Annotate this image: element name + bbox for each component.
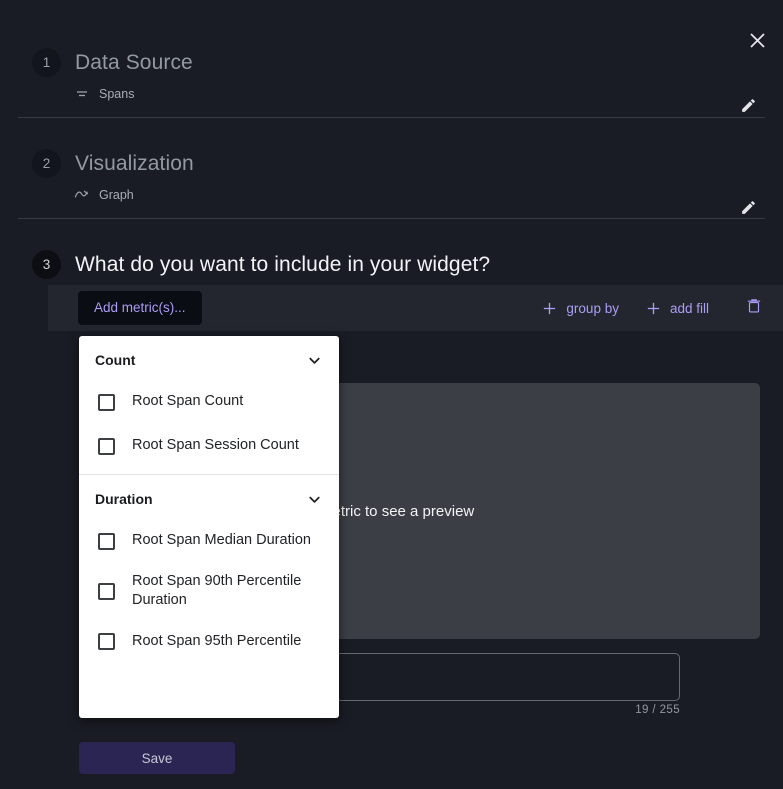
pencil-icon bbox=[740, 97, 757, 119]
metric-group-label: Count bbox=[95, 352, 136, 368]
metric-option-root-span-count[interactable]: Root Span Count bbox=[79, 380, 339, 424]
chevron-down-icon bbox=[306, 352, 322, 368]
step-2-summary: Graph bbox=[0, 187, 783, 202]
step-2-summary-label: Graph bbox=[99, 187, 134, 202]
step-data-source: 1 Data Source Spans bbox=[0, 48, 783, 112]
metric-option-label: Root Span 90th Percentile Duration bbox=[132, 573, 302, 609]
metric-option-root-span-95th-percentile[interactable]: Root Span 95th Percentile bbox=[79, 620, 339, 664]
step-2-header: 2 Visualization bbox=[0, 149, 783, 178]
checkbox[interactable] bbox=[98, 633, 115, 651]
metric-picker-dropdown: Count Root Span Count Root Span Session … bbox=[79, 336, 339, 718]
close-icon bbox=[748, 31, 767, 50]
step-3-header: 3 What do you want to include in your wi… bbox=[0, 250, 783, 279]
step-1-title: Data Source bbox=[75, 50, 193, 74]
edit-visualization-button[interactable] bbox=[735, 197, 761, 223]
plus-icon bbox=[541, 300, 558, 317]
metric-option-root-span-90th-percentile-duration[interactable]: Root Span 90th Percentile Duration bbox=[79, 563, 339, 620]
step-visualization: 2 Visualization Graph bbox=[0, 149, 783, 214]
metric-query-row: Add metric(s)... group by add fill bbox=[48, 285, 783, 331]
save-button[interactable]: Save bbox=[79, 742, 235, 774]
step-1-summary: Spans bbox=[0, 86, 783, 101]
spans-icon bbox=[74, 86, 89, 101]
step-3-badge: 3 bbox=[32, 250, 61, 279]
step-1-summary-label: Spans bbox=[99, 86, 135, 101]
add-metric-button[interactable]: Add metric(s)... bbox=[78, 290, 202, 326]
metric-option-label: Root Span Count bbox=[132, 393, 244, 410]
step-2-badge: 2 bbox=[32, 149, 61, 178]
step-3-title: What do you want to include in your widg… bbox=[75, 252, 491, 276]
metric-option-label: Root Span Session Count bbox=[132, 437, 299, 454]
trash-icon bbox=[745, 297, 763, 320]
add-fill-button[interactable]: add fill bbox=[645, 300, 709, 317]
metric-option-label: Root Span Median Duration bbox=[132, 532, 311, 549]
section-divider bbox=[18, 218, 765, 219]
step-1-badge: 1 bbox=[32, 48, 61, 77]
metric-option-root-span-session-count[interactable]: Root Span Session Count bbox=[79, 424, 339, 468]
metric-group-header-duration[interactable]: Duration bbox=[79, 475, 339, 519]
step-1-header: 1 Data Source bbox=[0, 48, 783, 77]
checkbox[interactable] bbox=[98, 393, 115, 411]
checkbox[interactable] bbox=[98, 437, 115, 455]
checkbox[interactable] bbox=[98, 582, 115, 600]
metric-group-label: Duration bbox=[95, 491, 153, 507]
graph-icon bbox=[74, 187, 89, 202]
section-divider bbox=[18, 117, 765, 118]
chevron-down-icon bbox=[306, 491, 322, 507]
metric-option-root-span-median-duration[interactable]: Root Span Median Duration bbox=[79, 519, 339, 563]
step-widget-content: 3 What do you want to include in your wi… bbox=[0, 250, 783, 279]
group-by-label: group by bbox=[566, 300, 619, 316]
metric-option-label: Root Span 95th Percentile bbox=[132, 632, 302, 649]
checkbox[interactable] bbox=[98, 532, 115, 550]
add-fill-label: add fill bbox=[669, 300, 709, 316]
step-2-title: Visualization bbox=[75, 151, 194, 175]
delete-metric-button[interactable] bbox=[743, 297, 765, 319]
plus-icon bbox=[645, 300, 662, 317]
metric-group-header-count[interactable]: Count bbox=[79, 336, 339, 380]
group-by-button[interactable]: group by bbox=[541, 300, 619, 317]
metric-picker-scroll[interactable]: Count Root Span Count Root Span Session … bbox=[79, 336, 339, 718]
